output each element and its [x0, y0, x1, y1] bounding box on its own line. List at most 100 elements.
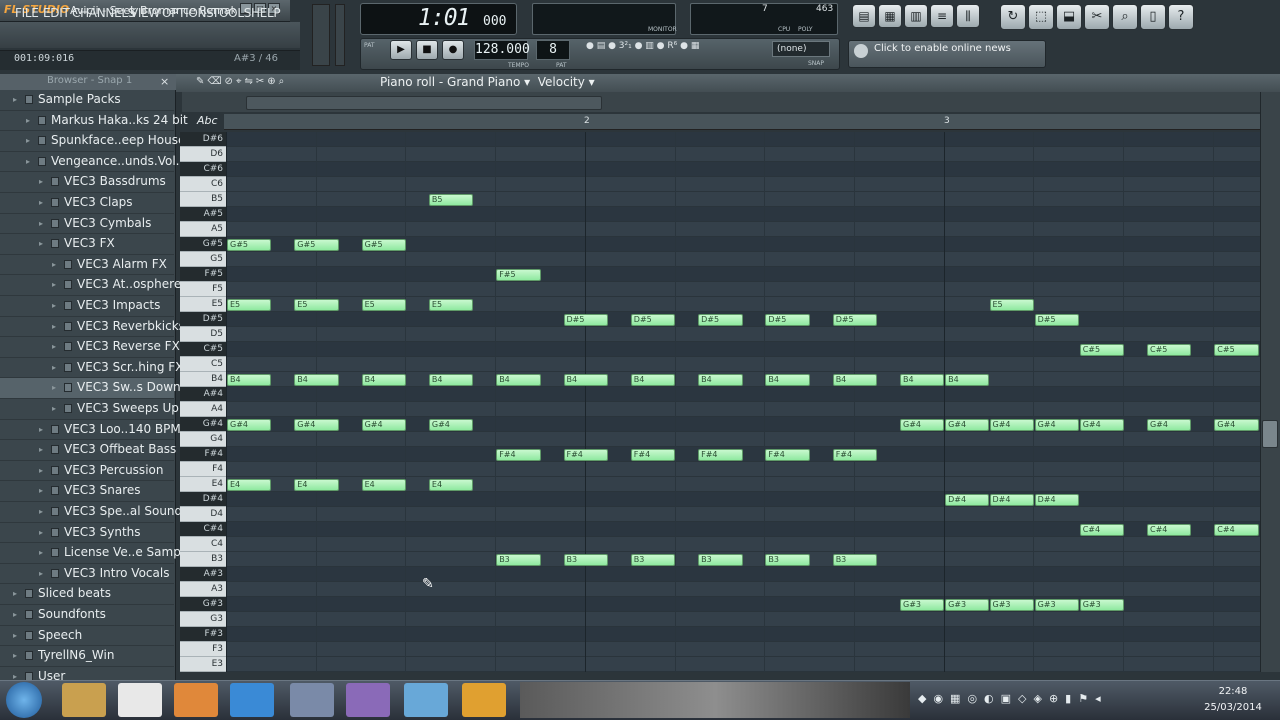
note-block[interactable]: G#4: [361, 418, 406, 431]
browser-item[interactable]: ▸ VEC3 FX: [0, 234, 174, 255]
note-block[interactable]: G#3: [989, 598, 1034, 611]
piano-key[interactable]: D#5: [180, 312, 226, 327]
tree-expand-icon[interactable]: ▸: [39, 466, 45, 475]
note-block[interactable]: B3: [765, 553, 810, 566]
piano-key[interactable]: B4: [180, 372, 226, 387]
browser-item[interactable]: ▸ VEC3 Impacts: [0, 296, 174, 317]
note-block[interactable]: B4: [765, 373, 810, 386]
note-block[interactable]: E5: [294, 298, 339, 311]
note-block[interactable]: C#4: [1214, 523, 1259, 536]
note-block[interactable]: E4: [227, 478, 272, 491]
tree-expand-icon[interactable]: ▸: [52, 301, 58, 310]
note-block[interactable]: G#3: [945, 598, 990, 611]
piano-key[interactable]: F5: [180, 282, 226, 297]
browser-item[interactable]: ▸ VEC3 Snares: [0, 481, 174, 502]
browser-item[interactable]: ▸ Speech: [0, 626, 174, 647]
piano-key[interactable]: D#4: [180, 492, 226, 507]
fl-studio-taskbar-icon[interactable]: [462, 683, 506, 717]
tempo-display[interactable]: 128.000: [474, 40, 530, 60]
tree-expand-icon[interactable]: ▸: [13, 672, 19, 681]
note-block[interactable]: E5: [227, 298, 272, 311]
piano-key[interactable]: C#6: [180, 162, 226, 177]
note-block[interactable]: B4: [630, 373, 676, 386]
start-button[interactable]: [6, 682, 42, 718]
piano-key[interactable]: C#5: [180, 342, 226, 357]
tree-expand-icon[interactable]: ▸: [13, 589, 19, 598]
browser-item[interactable]: ▸ Sliced beats: [0, 584, 174, 605]
browser-item[interactable]: ▸ TyrellN6_Win: [0, 646, 174, 667]
note-block[interactable]: C#5: [1079, 343, 1125, 356]
note-block[interactable]: B3: [832, 553, 878, 566]
piano-key[interactable]: D#6: [180, 132, 226, 147]
piano-key[interactable]: G#4: [180, 417, 226, 432]
piano-roll-title[interactable]: Piano roll - Grand Piano ▾ Velocity ▾: [380, 75, 595, 89]
search-icon[interactable]: ⌕: [1112, 4, 1138, 30]
menu-options[interactable]: OPTIONS: [162, 6, 214, 20]
pattern-selector[interactable]: 8: [536, 40, 570, 60]
piano-key[interactable]: A#4: [180, 387, 226, 402]
piano-key[interactable]: F4: [180, 462, 226, 477]
note-block[interactable]: G#5: [227, 238, 272, 251]
stop-button[interactable]: ■: [416, 40, 438, 60]
piano-key[interactable]: D6: [180, 147, 226, 162]
clock-time[interactable]: 22:48: [1198, 686, 1268, 697]
tree-expand-icon[interactable]: ▸: [39, 177, 45, 186]
media-player-icon[interactable]: [174, 683, 218, 717]
network-app-icon[interactable]: [404, 683, 448, 717]
note-block[interactable]: F#4: [630, 448, 676, 461]
tree-expand-icon[interactable]: ▸: [52, 404, 58, 413]
internet-explorer-icon[interactable]: [230, 683, 274, 717]
browser-item[interactable]: ▸ Markus Haka..ks 24 bit: [0, 111, 188, 132]
note-block[interactable]: G#4: [1034, 418, 1079, 431]
piano-key[interactable]: D5: [180, 327, 226, 342]
piano-key[interactable]: C6: [180, 177, 226, 192]
note-block[interactable]: G#4: [900, 418, 945, 431]
note-block[interactable]: C#4: [1079, 523, 1125, 536]
note-block[interactable]: C#5: [1214, 343, 1259, 356]
tree-expand-icon[interactable]: ▸: [39, 528, 45, 537]
piano-key[interactable]: C5: [180, 357, 226, 372]
note-block[interactable]: G#4: [1214, 418, 1259, 431]
note-block[interactable]: B3: [563, 553, 608, 566]
note-block[interactable]: D#5: [832, 313, 878, 326]
note-block[interactable]: E5: [989, 298, 1034, 311]
piano-key[interactable]: A3: [180, 582, 226, 597]
cut-icon[interactable]: ✂: [1084, 4, 1110, 30]
tree-expand-icon[interactable]: ▸: [52, 280, 58, 289]
piano-key[interactable]: A#3: [180, 567, 226, 582]
note-block[interactable]: D#4: [989, 493, 1034, 506]
note-block[interactable]: B4: [832, 373, 878, 386]
tree-expand-icon[interactable]: ▸: [52, 260, 58, 269]
browser-item[interactable]: ▸ VEC3 Claps: [0, 193, 174, 214]
render-icon[interactable]: ⬓: [1056, 4, 1082, 30]
tree-expand-icon[interactable]: ▸: [13, 631, 19, 640]
tree-expand-icon[interactable]: ▸: [26, 136, 32, 145]
note-block[interactable]: D#5: [765, 313, 810, 326]
note-block[interactable]: D#5: [563, 313, 608, 326]
piano-key[interactable]: C#4: [180, 522, 226, 537]
note-grid[interactable]: G#5 G#5 G#5 E5 E5 E5 E5 B4 B4 B4 B4 G#4 G#4 G#4 G#4 E4 E…: [226, 132, 1260, 672]
tree-expand-icon[interactable]: ▸: [52, 383, 58, 392]
note-block[interactable]: B4: [294, 373, 339, 386]
note-block[interactable]: G#3: [1034, 598, 1079, 611]
note-block[interactable]: B4: [361, 373, 406, 386]
note-block[interactable]: D#4: [1034, 493, 1079, 506]
browser-item[interactable]: ▸ VEC3 Cymbals: [0, 214, 174, 235]
recording-options[interactable]: ● ▤ ● 3²₁ ● ▥ ● R⁶ ● ▦: [586, 41, 766, 65]
browser-item[interactable]: ▸ VEC3 At..ospheres: [0, 275, 187, 296]
clock-date[interactable]: 25/03/2014: [1198, 702, 1268, 713]
browser-item[interactable]: ▸ VEC3 Scr..hing FX: [0, 358, 183, 379]
record-button[interactable]: ●: [442, 40, 464, 60]
tree-expand-icon[interactable]: ▸: [39, 569, 45, 578]
browser-item[interactable]: ▸ Sample Packs: [0, 90, 174, 111]
browser-item[interactable]: ▸ License Ve..e Sample CD: [0, 543, 213, 564]
tree-expand-icon[interactable]: ▸: [13, 95, 19, 104]
note-block[interactable]: G#4: [989, 418, 1034, 431]
browser-item[interactable]: ▸ VEC3 Percussion: [0, 461, 174, 482]
piano-roll-param[interactable]: Velocity: [538, 75, 585, 89]
note-block[interactable]: F#4: [563, 448, 608, 461]
note-block[interactable]: G#4: [294, 418, 339, 431]
note-block[interactable]: B3: [630, 553, 676, 566]
piano-roll-tools[interactable]: ✎⌫⊘⌖⇋✂⊕⌕: [196, 76, 366, 90]
keyboard-app-icon[interactable]: [290, 683, 334, 717]
